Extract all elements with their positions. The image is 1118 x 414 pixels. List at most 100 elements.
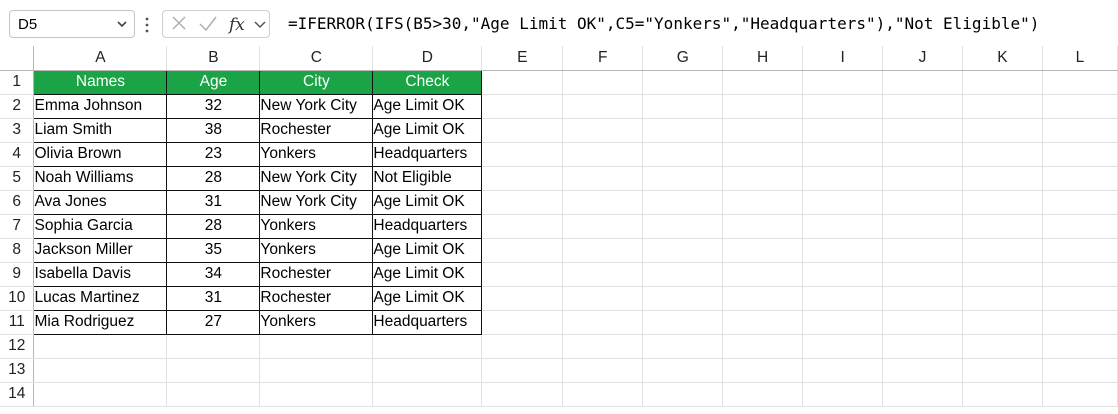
empty-cell[interactable] <box>562 190 644 215</box>
empty-cell[interactable] <box>642 310 724 335</box>
name-cell[interactable]: Sophia Garcia <box>33 213 168 239</box>
empty-cell[interactable] <box>962 166 1043 191</box>
empty-cell[interactable] <box>372 382 483 407</box>
empty-cell[interactable] <box>481 310 564 335</box>
empty-cell[interactable] <box>882 358 963 383</box>
empty-cell[interactable] <box>33 334 168 359</box>
check-cell[interactable]: Not Eligible <box>372 165 483 191</box>
empty-cell[interactable] <box>802 142 884 167</box>
empty-cell[interactable] <box>802 334 884 359</box>
name-cell[interactable]: Olivia Brown <box>33 141 168 167</box>
empty-cell[interactable] <box>962 382 1043 407</box>
row-header[interactable]: 8 <box>0 238 35 263</box>
column-header[interactable]: B <box>166 46 261 71</box>
empty-cell[interactable] <box>372 334 483 359</box>
empty-cell[interactable] <box>642 382 724 407</box>
empty-cell[interactable] <box>882 190 963 215</box>
empty-cell[interactable] <box>962 286 1043 311</box>
empty-cell[interactable] <box>882 238 963 263</box>
empty-cell[interactable] <box>259 382 374 407</box>
row-header[interactable]: 3 <box>0 118 35 143</box>
empty-cell[interactable] <box>642 214 724 239</box>
empty-cell[interactable] <box>882 142 963 167</box>
empty-cell[interactable] <box>1042 166 1118 191</box>
empty-cell[interactable] <box>642 334 724 359</box>
empty-cell[interactable] <box>962 118 1043 143</box>
empty-cell[interactable] <box>962 142 1043 167</box>
empty-cell[interactable] <box>802 214 884 239</box>
age-cell[interactable]: 35 <box>166 237 261 263</box>
row-header[interactable]: 10 <box>0 286 35 311</box>
column-header[interactable]: J <box>882 46 963 71</box>
empty-cell[interactable] <box>802 190 884 215</box>
column-header[interactable]: K <box>962 46 1043 71</box>
empty-cell[interactable] <box>562 262 644 287</box>
city-cell[interactable]: Yonkers <box>259 213 374 239</box>
check-cell[interactable]: Headquarters <box>372 141 483 167</box>
empty-cell[interactable] <box>481 142 564 167</box>
empty-cell[interactable] <box>562 382 644 407</box>
check-cell[interactable]: Headquarters <box>372 213 483 239</box>
empty-cell[interactable] <box>882 94 963 119</box>
empty-cell[interactable] <box>33 382 168 407</box>
more-options-icon[interactable] <box>145 16 149 34</box>
name-cell[interactable]: Emma Johnson <box>33 93 168 119</box>
empty-cell[interactable] <box>722 118 804 143</box>
empty-cell[interactable] <box>962 214 1043 239</box>
chevron-down-icon[interactable] <box>253 11 267 37</box>
empty-cell[interactable] <box>882 166 963 191</box>
empty-cell[interactable] <box>1042 190 1118 215</box>
age-cell[interactable]: 27 <box>166 309 261 335</box>
empty-cell[interactable] <box>1042 286 1118 311</box>
empty-cell[interactable] <box>962 310 1043 335</box>
check-cell[interactable]: Age Limit OK <box>372 117 483 143</box>
empty-cell[interactable] <box>962 334 1043 359</box>
row-header[interactable]: 11 <box>0 310 35 335</box>
name-cell[interactable]: Isabella Davis <box>33 261 168 287</box>
empty-cell[interactable] <box>481 118 564 143</box>
name-cell[interactable]: Lucas Martinez <box>33 285 168 311</box>
empty-cell[interactable] <box>802 382 884 407</box>
empty-cell[interactable] <box>722 238 804 263</box>
empty-cell[interactable] <box>722 70 804 95</box>
enter-icon[interactable] <box>197 11 219 37</box>
empty-cell[interactable] <box>481 286 564 311</box>
empty-cell[interactable] <box>1042 262 1118 287</box>
check-cell[interactable]: Headquarters <box>372 309 483 335</box>
column-header[interactable]: F <box>562 46 644 71</box>
age-cell[interactable]: 23 <box>166 141 261 167</box>
city-cell[interactable]: Yonkers <box>259 141 374 167</box>
empty-cell[interactable] <box>802 166 884 191</box>
empty-cell[interactable] <box>481 94 564 119</box>
empty-cell[interactable] <box>722 358 804 383</box>
empty-cell[interactable] <box>962 238 1043 263</box>
empty-cell[interactable] <box>962 262 1043 287</box>
empty-cell[interactable] <box>1042 94 1118 119</box>
empty-cell[interactable] <box>481 334 564 359</box>
row-header[interactable]: 2 <box>0 94 35 119</box>
row-header[interactable]: 6 <box>0 190 35 215</box>
table-header-cell[interactable]: Check <box>372 69 483 95</box>
empty-cell[interactable] <box>481 190 564 215</box>
row-header[interactable]: 9 <box>0 262 35 287</box>
empty-cell[interactable] <box>882 310 963 335</box>
empty-cell[interactable] <box>481 238 564 263</box>
empty-cell[interactable] <box>882 214 963 239</box>
city-cell[interactable]: Rochester <box>259 285 374 311</box>
empty-cell[interactable] <box>642 94 724 119</box>
check-cell[interactable]: Age Limit OK <box>372 93 483 119</box>
empty-cell[interactable] <box>1042 358 1118 383</box>
empty-cell[interactable] <box>481 70 564 95</box>
empty-cell[interactable] <box>882 286 963 311</box>
empty-cell[interactable] <box>642 118 724 143</box>
empty-cell[interactable] <box>802 286 884 311</box>
empty-cell[interactable] <box>166 334 261 359</box>
empty-cell[interactable] <box>962 94 1043 119</box>
empty-cell[interactable] <box>166 382 261 407</box>
row-header[interactable]: 5 <box>0 166 35 191</box>
column-header[interactable]: L <box>1042 46 1118 71</box>
empty-cell[interactable] <box>1042 310 1118 335</box>
name-cell[interactable]: Mia Rodriguez <box>33 309 168 335</box>
empty-cell[interactable] <box>1042 118 1118 143</box>
city-cell[interactable]: New York City <box>259 189 374 215</box>
